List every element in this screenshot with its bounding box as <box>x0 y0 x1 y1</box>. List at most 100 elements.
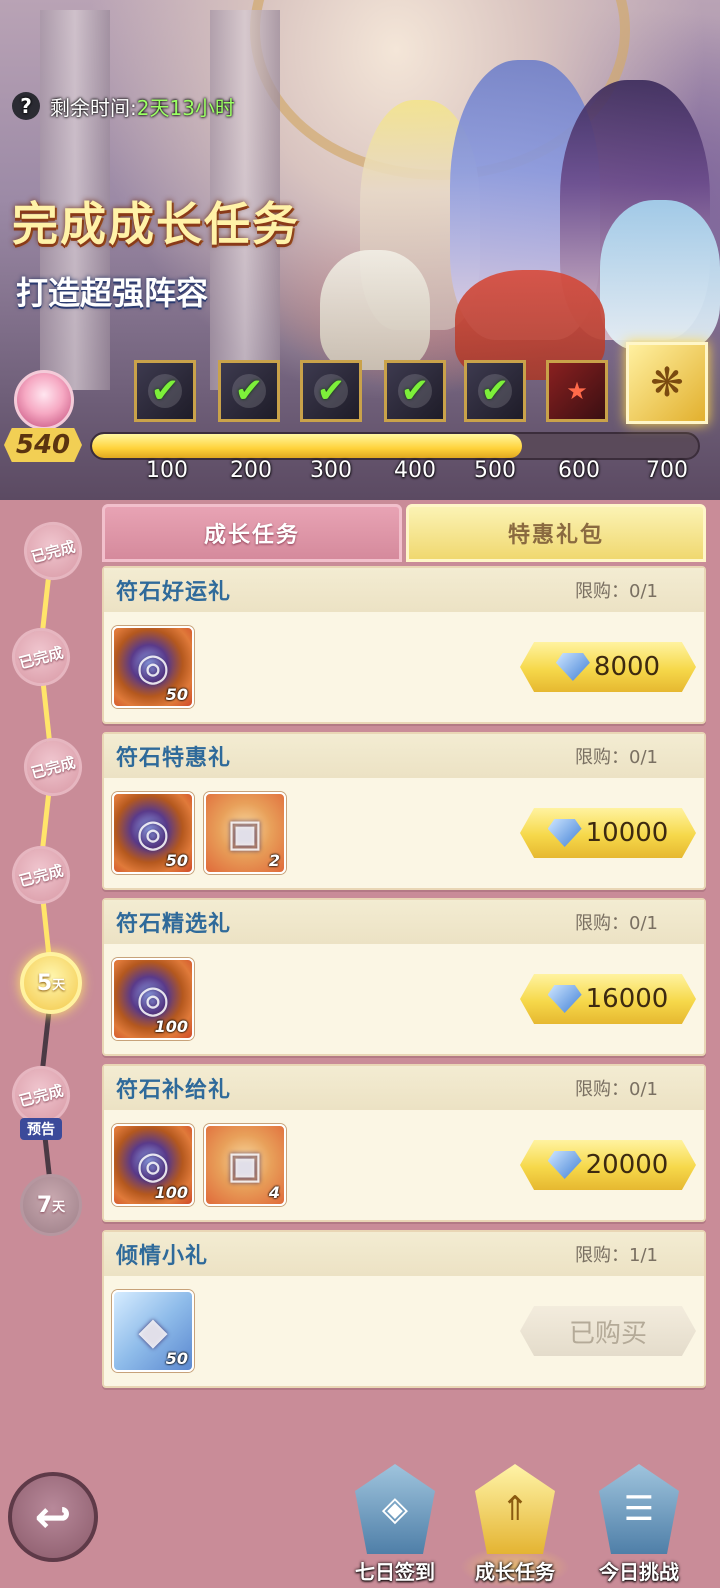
help-icon[interactable]: ? <box>12 92 40 120</box>
milestone-label: 400 <box>394 458 436 483</box>
purchase-limit: 限购：0/1 <box>575 913 658 934</box>
day-node-label: 已完成 <box>17 642 66 673</box>
price-label: 已购买 <box>568 1318 647 1349</box>
day-node-suffix: 天 <box>52 977 66 993</box>
price-label: 10000 <box>585 818 669 848</box>
card-reward-icon: ❋ <box>650 360 684 406</box>
diamond-icon <box>547 985 582 1013</box>
day-node-label: 7 <box>36 1192 53 1218</box>
preview-tag: 预告 <box>20 1118 62 1140</box>
check-icon: ✔ <box>148 374 182 408</box>
pack-card: 符石特惠礼 限购：0/1 ◎ 50 ▣ 2 10000 <box>102 732 706 890</box>
day-node-label: 已完成 <box>29 536 78 567</box>
purchase-limit: 限购：1/1 <box>575 1245 658 1266</box>
milestone-reward-6[interactable]: ❋ <box>626 342 708 424</box>
item-quantity: 100 <box>154 1017 188 1036</box>
rune-stone-icon[interactable]: ◎ 100 <box>112 1124 194 1206</box>
day-node-label: 5 <box>36 970 53 996</box>
pack-title: 符石好运礼 <box>116 580 232 605</box>
progress-bar <box>90 432 700 460</box>
day-node-label: 已完成 <box>29 752 78 783</box>
milestone-reward-1[interactable]: ✔ <box>218 360 280 422</box>
diamond-icon <box>547 819 582 847</box>
price-label: 16000 <box>585 984 669 1014</box>
event-headline: 完成成长任务 <box>12 197 300 251</box>
growth-arrow-emblem-icon: ⇑ <box>475 1464 555 1554</box>
nav-growth-tasks[interactable]: ⇑ 成长任务 <box>460 1456 570 1588</box>
day-node-7[interactable]: 7天 <box>20 1174 82 1236</box>
pack-title: 符石精选礼 <box>116 912 232 937</box>
nav-seven-day-checkin[interactable]: ◈ 七日签到 <box>340 1456 450 1588</box>
pack-card-header: 符石精选礼 限购：0/1 <box>104 900 704 944</box>
purchase-limit: 限购：0/1 <box>575 581 658 602</box>
milestone-label: 200 <box>230 458 272 483</box>
day-node-5[interactable]: 5天 <box>20 952 82 1014</box>
pack-title: 倾情小礼 <box>116 1244 209 1269</box>
timer-label: 剩余时间: <box>50 95 137 120</box>
item-quantity: 50 <box>165 685 188 704</box>
rune-stone-icon[interactable]: ◎ 50 <box>112 792 194 874</box>
milestone-label: 700 <box>646 458 688 483</box>
purchase-limit: 限购：0/1 <box>575 747 658 768</box>
hero-art-hooded <box>320 250 430 370</box>
day-node-label: 已完成 <box>17 860 66 891</box>
diamond-icon <box>555 653 590 681</box>
check-icon: ✔ <box>478 374 512 408</box>
treasure-chest-icon[interactable]: ▣ 4 <box>204 1124 286 1206</box>
buy-button[interactable]: 20000 <box>520 1140 696 1190</box>
milestone-reward-0[interactable]: ✔ <box>134 360 196 422</box>
diamond-icon <box>547 1151 582 1179</box>
pack-card-header: 符石补给礼 限购：0/1 <box>104 1066 704 1110</box>
pack-card-header: 符石特惠礼 限购：0/1 <box>104 734 704 778</box>
nav-label: 成长任务 <box>475 1560 555 1584</box>
milestone-reward-5[interactable]: ★ <box>546 360 608 422</box>
pack-title: 符石补给礼 <box>116 1078 232 1103</box>
treasure-chest-icon[interactable]: ▣ 2 <box>204 792 286 874</box>
rune-stone-icon[interactable]: ◎ 50 <box>112 626 194 708</box>
tab-growth-tasks[interactable]: 成长任务 <box>102 504 402 562</box>
purchased-button[interactable]: 已购买 <box>520 1306 696 1356</box>
item-quantity: 2 <box>268 851 280 870</box>
back-arrow-icon: ↩ <box>34 1491 72 1543</box>
rune-stone-icon[interactable]: ◎ 100 <box>112 958 194 1040</box>
milestone-reward-2[interactable]: ✔ <box>300 360 362 422</box>
pack-title: 符石特惠礼 <box>116 746 232 771</box>
pack-card-header: 符石好运礼 限购：0/1 <box>104 568 704 612</box>
milestone-reward-4[interactable]: ✔ <box>464 360 526 422</box>
item-quantity: 50 <box>165 851 188 870</box>
tab-special-packs[interactable]: 特惠礼包 <box>406 504 706 562</box>
scroll-emblem-icon: ☰ <box>599 1464 679 1554</box>
milestone-label: 100 <box>146 458 188 483</box>
milestone-reward-3[interactable]: ✔ <box>384 360 446 422</box>
nav-daily-challenge[interactable]: ☰ 今日挑战 <box>584 1456 694 1588</box>
back-button[interactable]: ↩ <box>8 1472 98 1562</box>
timer-value: 2天13小时 <box>136 95 235 120</box>
check-icon: ✔ <box>232 374 266 408</box>
nav-label: 七日签到 <box>355 1560 435 1584</box>
pack-card: 符石精选礼 限购：0/1 ◎ 100 16000 <box>102 898 706 1056</box>
purchase-limit: 限购：0/1 <box>575 1079 658 1100</box>
event-banner: ? 剩余时间: 2天13小时 完成成长任务 打造超强阵容 540 ✔ 100 ✔ 20… <box>0 0 720 500</box>
pack-card: 符石好运礼 限购：0/1 ◎ 50 8000 <box>102 566 706 724</box>
diamond-gem-icon[interactable]: ◆ 50 <box>112 1290 194 1372</box>
pack-card-header: 倾情小礼 限购：1/1 <box>104 1232 704 1276</box>
remaining-time: ? 剩余时间: 2天13小时 <box>12 90 235 122</box>
progress-bar-fill <box>92 434 523 458</box>
checkin-emblem-icon: ◈ <box>355 1464 435 1554</box>
buy-button[interactable]: 16000 <box>520 974 696 1024</box>
item-quantity: 4 <box>268 1183 280 1202</box>
day-rail: 已完成 已完成 已完成 已完成 5 天已完成 7 天 预告 <box>0 500 100 1280</box>
milestone-label: 600 <box>558 458 600 483</box>
check-icon: ✔ <box>398 374 432 408</box>
nav-label: 今日挑战 <box>599 1560 679 1584</box>
price-label: 8000 <box>593 652 661 682</box>
event-subline: 打造超强阵容 <box>16 274 209 312</box>
milestone-label: 300 <box>310 458 352 483</box>
buy-button[interactable]: 8000 <box>520 642 696 692</box>
buy-button[interactable]: 10000 <box>520 808 696 858</box>
milestone-label: 500 <box>474 458 516 483</box>
pack-card: 符石补给礼 限购：0/1 ◎ 100 ▣ 4 20000 <box>102 1064 706 1222</box>
item-quantity: 50 <box>165 1349 188 1368</box>
day-node-suffix: 天 <box>52 1199 66 1215</box>
item-quantity: 100 <box>154 1183 188 1202</box>
